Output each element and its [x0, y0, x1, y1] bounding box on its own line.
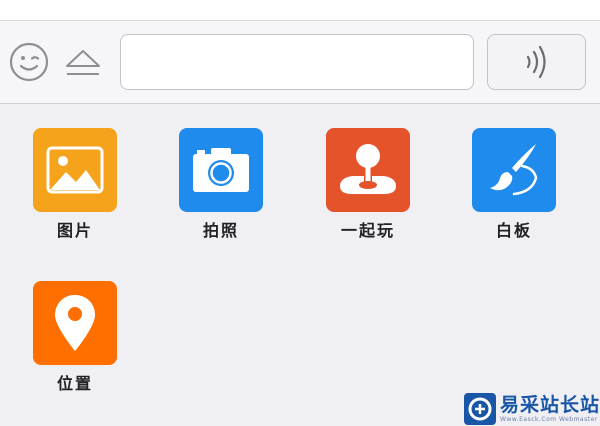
panel-item-camera[interactable]: 拍照: [176, 128, 266, 242]
play-together-tile[interactable]: [326, 128, 410, 212]
keyboard-toggle-button[interactable]: [62, 41, 104, 83]
camera-tile[interactable]: [179, 128, 263, 212]
image-icon: [46, 146, 104, 194]
emoji-button[interactable]: [8, 41, 50, 83]
panel-item-play-together[interactable]: 一起玩: [323, 128, 413, 242]
voice-input-button[interactable]: [487, 34, 586, 90]
panel-item-label: 一起玩: [340, 221, 395, 240]
panel-item-location[interactable]: 位置: [30, 281, 120, 395]
smiley-face-icon: [9, 42, 49, 82]
panel-item-label: 位置: [56, 374, 93, 393]
paintbrush-icon: [490, 144, 538, 196]
panel-item-image[interactable]: 图片: [30, 128, 120, 242]
attachment-panel: 图片 拍照 一起玩 白板 位置: [0, 104, 600, 426]
chat-input-toolbar: [0, 20, 600, 104]
panel-item-whiteboard[interactable]: 白板: [469, 128, 559, 242]
eject-triangle-icon: [66, 50, 100, 75]
camera-icon: [193, 148, 249, 192]
site-watermark: 易采站长站 Www.Easck.Com Webmaster: [464, 392, 600, 426]
watermark-title: 易采站长站: [500, 394, 600, 416]
joystick-icon: [340, 144, 396, 194]
easck-logo-icon: [464, 393, 496, 425]
message-input[interactable]: [120, 34, 474, 90]
panel-item-label: 拍照: [202, 221, 239, 240]
sound-waves-icon: [526, 45, 546, 79]
image-tile[interactable]: [33, 128, 117, 212]
location-tile[interactable]: [33, 281, 117, 365]
panel-item-label: 图片: [56, 221, 93, 240]
watermark-subtitle: Www.Easck.Com Webmaster: [500, 416, 598, 423]
panel-item-label: 白板: [495, 221, 532, 240]
whiteboard-tile[interactable]: [472, 128, 556, 212]
top-strip: [0, 0, 600, 20]
location-pin-icon: [55, 295, 95, 351]
